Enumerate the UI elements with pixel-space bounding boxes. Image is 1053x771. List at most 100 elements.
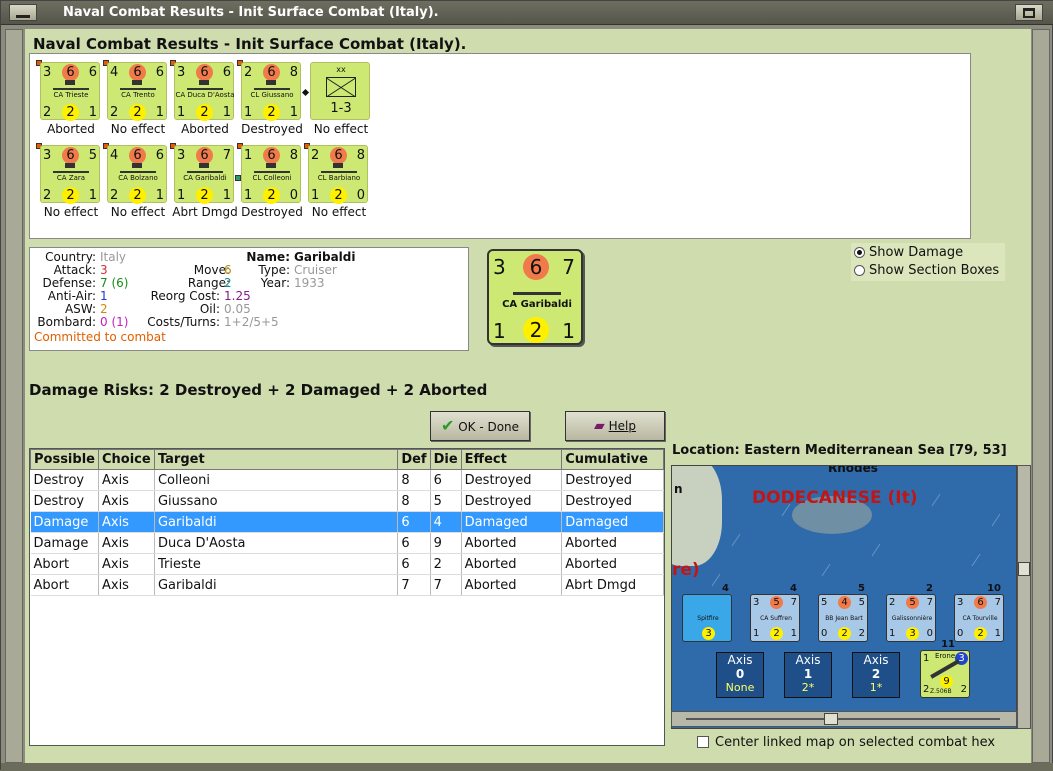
division-chit[interactable]: xx 1-3	[310, 62, 370, 120]
axis-strength-box[interactable]: Axis 2 1*	[852, 652, 900, 698]
table-cell: Axis	[98, 469, 155, 491]
unit-chit-wrap[interactable]: 4 6 6 CA Bolzano 2 2 1 No effect	[103, 143, 179, 225]
minimize-button[interactable]	[9, 4, 37, 21]
table-cell: Abrt Dmgd	[561, 574, 664, 596]
col-possible[interactable]: Possible	[30, 449, 99, 470]
col-cumulative[interactable]: Cumulative	[561, 449, 664, 470]
table-row[interactable]: Abort Axis Trieste 6 2 Aborted Aborted	[30, 553, 664, 575]
unit-chit[interactable]: 2 6 8 CL Giussano 1 2 1	[241, 62, 301, 121]
axis-strength-box[interactable]: Axis 0 None	[716, 652, 764, 698]
unit-chit[interactable]: 3 6 6 CA Duca D'Aosta 1 2 1	[174, 62, 235, 121]
dialog-heading: Naval Combat Results - Init Surface Comb…	[33, 35, 467, 53]
map-unit-chit[interactable]: 2 2 5 7 Galissonnière 1 3 0	[886, 583, 936, 642]
big-chit-bot: 2	[523, 317, 549, 343]
unit-chit[interactable]: 3 6 5 CA Zara 2 2 1	[40, 145, 100, 204]
table-cell: 5	[430, 490, 462, 512]
chit-name: CL Giussano	[250, 91, 294, 99]
unit-chit-wrap[interactable]: 2 6 8 CL Giussano 1 2 1 Destroyed	[237, 60, 313, 142]
unit-chit[interactable]: 4 6 6 CA Bolzano 2 2 1	[107, 145, 167, 204]
map-horizontal-scrollbar[interactable]	[671, 711, 1017, 727]
axis-strength-box[interactable]: Axis 1 2*	[784, 652, 832, 698]
ship-icon	[53, 80, 89, 90]
chit-bot: 2	[129, 187, 146, 204]
center-link-checkbox[interactable]	[697, 736, 709, 748]
unit-chit-wrap[interactable]: 4 6 6 CA Trento 2 2 1 No effect	[103, 60, 179, 142]
chit-bot: 2	[129, 104, 146, 121]
col-die[interactable]: Die	[429, 449, 462, 470]
col-target[interactable]: Target	[153, 449, 399, 470]
col-effect[interactable]: Effect	[460, 449, 563, 470]
show-damage-option[interactable]: Show Damage	[851, 245, 1005, 261]
unit-chit-wrap[interactable]: 3 6 6 CA Trieste 2 2 1 Aborted	[36, 60, 112, 142]
map-chit-name: CA Suffren	[760, 615, 792, 622]
table-cell: Duca D'Aosta	[154, 532, 399, 554]
reorg-label: Reorg Cost:	[150, 289, 220, 303]
map-chit-br: 1	[790, 628, 797, 639]
chit-bl: 2	[110, 188, 119, 203]
map-hscroll-thumb[interactable]	[824, 713, 838, 725]
table-cell: Aborted	[461, 574, 563, 596]
chit-tr: 6	[155, 148, 164, 163]
col-def[interactable]: Def	[397, 449, 431, 470]
division-chit-wrap[interactable]: xx 1-3 No effect	[301, 62, 382, 142]
unit-chit[interactable]: 3 6 6 CA Trieste 2 2 1	[40, 62, 100, 121]
chit-bot: 2	[196, 187, 213, 204]
map-unit-chit[interactable]: 10 3 6 7 CA Tourville 0 2 1	[954, 583, 1004, 642]
ship-icon	[513, 287, 561, 295]
big-chit-name: CA Garibaldi	[502, 299, 572, 310]
show-damage-radio[interactable]	[854, 247, 865, 258]
show-sections-option[interactable]: Show Section Boxes	[851, 263, 1005, 279]
chit-name: CA Zara	[56, 174, 86, 182]
unit-chit[interactable]: 3 6 7 CA Garibaldi 1 2 1	[174, 145, 234, 204]
chit-top: 6	[62, 64, 79, 81]
country-value: Italy	[100, 250, 127, 264]
chit-result: No effect	[110, 205, 166, 219]
col-choice[interactable]: Choice	[97, 449, 155, 470]
map-unit-chit[interactable]: 5 5 4 5 BB Jean Bart 0 2 2	[818, 583, 868, 642]
location-label: Location: Eastern Mediterranean Sea [79,…	[672, 443, 1007, 458]
map-plane-chit[interactable]: 11 1 Erone 3 9 2 Z.506B 2	[920, 639, 970, 698]
table-cell: 2	[430, 553, 462, 575]
year-value: 1933	[294, 276, 325, 290]
linked-map[interactable]: Rhodes n DODECANESE (It) re) 4 Spitfire …	[671, 465, 1017, 729]
map-partial-label-2: re)	[672, 560, 700, 580]
unit-chit-wrap[interactable]: 3 6 6 CA Duca D'Aosta 1 2 1 Aborted	[170, 60, 246, 142]
division-size-label: xx	[336, 65, 346, 74]
table-row[interactable]: Damage Axis Garibaldi 6 4 Damaged Damaged	[30, 511, 664, 533]
right-frame	[1032, 29, 1050, 763]
unit-chit-wrap[interactable]: 1 6 8 CL Colleoni 1 2 0 Destroyed	[235, 143, 313, 225]
unit-chit-wrap[interactable]: 3 6 5 CA Zara 2 2 1 No effect	[36, 143, 112, 225]
map-vertical-scrollbar[interactable]	[1017, 465, 1031, 729]
table-row[interactable]: Destroy Axis Colleoni 8 6 Destroyed Destroyed	[30, 469, 664, 491]
table-row[interactable]: Destroy Axis Giussano 8 5 Destroyed Destroyed	[30, 490, 664, 512]
map-unit-chit[interactable]: 4 3 5 7 CA Suffren 1 2 1	[750, 583, 800, 642]
map-chit-count: 4	[722, 583, 729, 594]
unit-chit-wrap[interactable]: 3 6 7 CA Garibaldi 1 2 1 Abrt Dmgd	[170, 143, 246, 225]
map-chit-count: 2	[926, 583, 933, 594]
chit-top: 6	[196, 64, 213, 81]
map-chit-tr: 5	[858, 597, 865, 608]
antiair-label: Anti-Air:	[47, 289, 96, 303]
chit-result: Aborted	[47, 122, 95, 136]
table-row[interactable]: Damage Axis Duca D'Aosta 6 9 Aborted Aborted	[30, 532, 664, 554]
unit-chit[interactable]: 4 6 6 CA Trento 2 2 1	[107, 62, 167, 121]
unit-chit-wrap[interactable]: 2 6 8 CL Barbiano 1 2 0 No effect	[304, 143, 380, 225]
axis-value: 2	[871, 667, 881, 681]
map-chit-bot: 2	[838, 627, 851, 640]
chit-br: 0	[356, 188, 365, 203]
maximize-button[interactable]	[1015, 4, 1043, 21]
table-cell: 6	[397, 553, 431, 575]
map-unit-chit[interactable]: 4 Spitfire 3	[682, 583, 732, 642]
ok-done-button[interactable]: ✔ OK - Done	[430, 411, 530, 441]
plane-bl: 2	[923, 684, 930, 695]
rhodes-label: Rhodes	[828, 465, 878, 475]
help-button[interactable]: ▰ Help	[565, 411, 665, 441]
table-row[interactable]: Abort Axis Garibaldi 7 7 Aborted Abrt Dmgd	[30, 574, 664, 596]
unit-chit[interactable]: 2 6 8 CL Barbiano 1 2 0	[308, 145, 368, 204]
map-partial-label: n	[674, 482, 683, 496]
table-cell: Axis	[98, 490, 155, 512]
show-sections-radio[interactable]	[854, 265, 865, 276]
map-vscroll-thumb[interactable]	[1018, 562, 1030, 576]
unit-chit[interactable]: 1 6 8 CL Colleoni 1 2 0	[241, 145, 301, 204]
chit-result: Destroyed	[241, 122, 303, 136]
